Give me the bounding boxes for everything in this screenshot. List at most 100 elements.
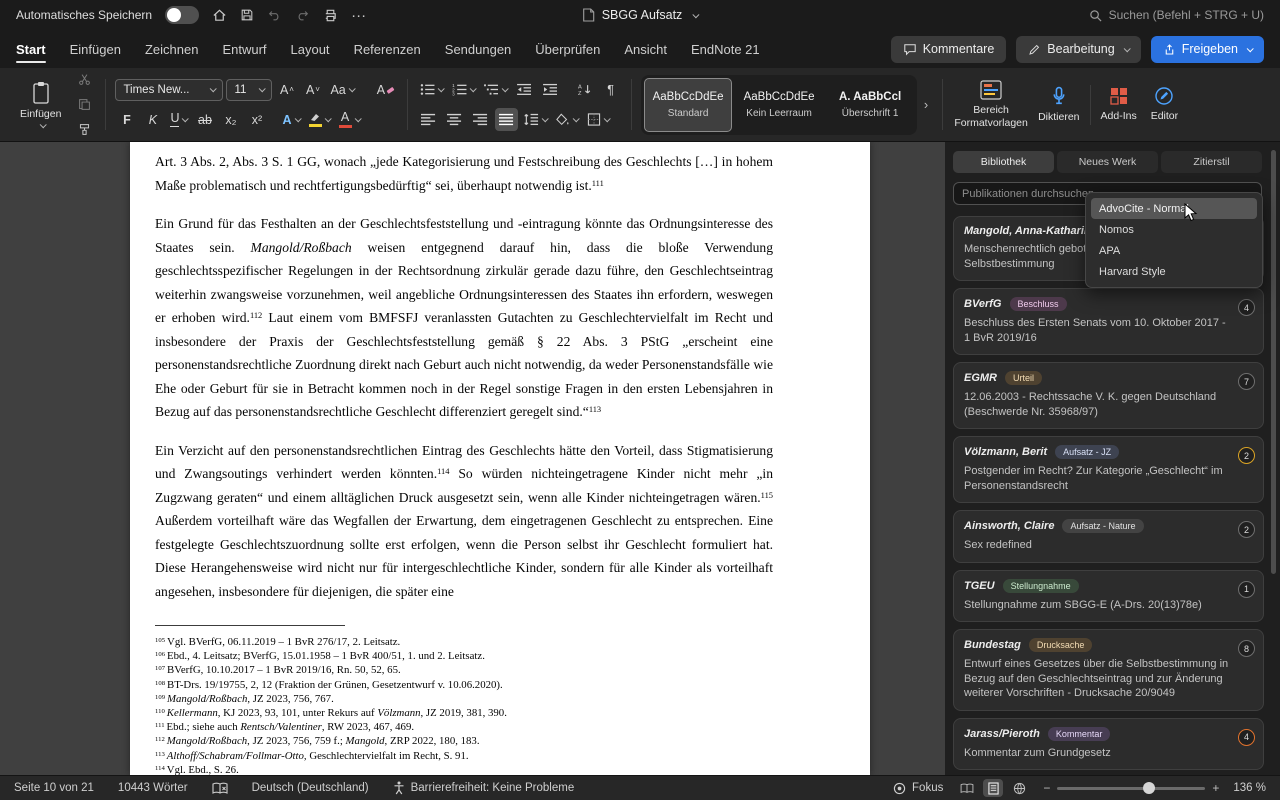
footnote-113[interactable]: 113Althoff/Schabram/Follmar-Otto, Geschl… <box>155 749 773 763</box>
more-commands-button[interactable]: ··· <box>351 8 366 23</box>
text-effects-button[interactable]: A <box>279 108 302 131</box>
bullet-list-button[interactable] <box>417 78 446 101</box>
footnote-105[interactable]: 105Vgl. BVerfG, 06.11.2019 – 1 BvR 276/1… <box>155 635 773 649</box>
footnote-109[interactable]: 109Mangold/Roßbach, JZ 2023, 756, 767. <box>155 692 773 706</box>
citation-style-option-advocite-normal[interactable]: AdvoCite - Normal <box>1091 198 1257 219</box>
align-center-button[interactable] <box>443 108 466 131</box>
ribbon-tab-endnote-21[interactable]: EndNote 21 <box>691 33 760 65</box>
superscript-button[interactable]: x² <box>245 108 268 131</box>
style-card-überschrift-1[interactable]: A. AaBbCclÜberschrift 1 <box>826 78 914 132</box>
editor-button[interactable]: Editor <box>1145 84 1184 124</box>
citation-card-ainsworth-claire[interactable]: Ainsworth, ClaireAufsatz - Nature2Sex re… <box>953 510 1264 563</box>
ribbon-tab-layout[interactable]: Layout <box>291 33 330 65</box>
font-size-select[interactable]: 11 <box>226 79 272 101</box>
sidebar-scrollbar[interactable] <box>1271 150 1276 574</box>
autosave-toggle[interactable] <box>165 6 199 24</box>
ribbon-tab-zeichnen[interactable]: Zeichnen <box>145 33 198 65</box>
shading-button[interactable] <box>553 108 581 131</box>
word-count[interactable]: 10443 Wörter <box>118 782 188 794</box>
change-case-button[interactable]: Aa <box>327 78 356 101</box>
format-painter-button[interactable] <box>73 118 96 141</box>
copy-button[interactable] <box>73 93 96 116</box>
web-layout-button[interactable] <box>1009 779 1029 797</box>
document-title-menu[interactable]: SBGG Aufsatz <box>583 8 698 22</box>
save-button[interactable] <box>240 8 254 22</box>
endnote-tab-bibliothek[interactable]: Bibliothek <box>953 151 1054 173</box>
highlight-button[interactable] <box>306 108 333 131</box>
endnote-tab-zitierstil[interactable]: Zitierstil <box>1161 151 1262 173</box>
show-paragraph-marks-button[interactable]: ¶ <box>599 78 622 101</box>
justify-button[interactable] <box>495 108 518 131</box>
strikethrough-button[interactable]: ab <box>193 108 216 131</box>
comments-button[interactable]: Kommentare <box>891 36 1007 63</box>
citation-card-bundestag[interactable]: BundestagDrucksache8Entwurf eines Gesetz… <box>953 629 1264 711</box>
language-indicator[interactable]: Deutsch (Deutschland) <box>252 782 369 794</box>
redo-button[interactable] <box>295 8 310 22</box>
zoom-in-button[interactable]: + <box>1212 781 1219 795</box>
zoom-percentage[interactable]: 136 % <box>1233 782 1266 794</box>
read-mode-button[interactable] <box>957 779 977 797</box>
multilevel-list-button[interactable] <box>481 78 510 101</box>
accessibility-status[interactable]: Barrierefreiheit: Keine Probleme <box>393 781 575 795</box>
titlebar-search[interactable]: Suchen (Befehl + STRG + U) <box>1089 8 1264 22</box>
cut-button[interactable] <box>73 68 96 91</box>
endnote-tab-neues-werk[interactable]: Neues Werk <box>1057 151 1158 173</box>
sort-button[interactable]: AZ <box>573 78 596 101</box>
bold-button[interactable]: F <box>115 108 138 131</box>
ribbon-tab-einfügen[interactable]: Einfügen <box>70 33 121 65</box>
addins-button[interactable]: Add-Ins <box>1095 84 1143 124</box>
ribbon-tab-referenzen[interactable]: Referenzen <box>354 33 421 65</box>
clear-formatting-button[interactable]: A <box>374 78 398 101</box>
font-name-select[interactable]: Times New... <box>115 79 223 101</box>
ribbon-tab-ansicht[interactable]: Ansicht <box>624 33 667 65</box>
footnote-114[interactable]: 114Vgl. Ebd., S. 26. <box>155 763 773 775</box>
zoom-slider[interactable] <box>1057 787 1205 790</box>
footnote-108[interactable]: 108BT-Drs. 19/19755, 2, 12 (Fraktion der… <box>155 678 773 692</box>
print-layout-button[interactable] <box>983 779 1003 797</box>
footnote-106[interactable]: 106Ebd., 4. Leitsatz; BVerfG, 15.01.1958… <box>155 649 773 663</box>
font-color-button[interactable]: A <box>336 108 363 131</box>
focus-mode-button[interactable]: Fokus <box>893 782 943 795</box>
zoom-out-button[interactable]: − <box>1043 781 1050 795</box>
citation-style-option-harvard-style[interactable]: Harvard Style <box>1091 261 1257 282</box>
undo-button[interactable] <box>267 8 282 22</box>
citation-card-bverfg[interactable]: BVerfGBeschluss4Beschluss des Ersten Sen… <box>953 288 1264 355</box>
share-button[interactable]: Freigeben <box>1151 36 1264 63</box>
proofing-status[interactable] <box>212 782 228 795</box>
ribbon-tab-entwurf[interactable]: Entwurf <box>222 33 266 65</box>
zoom-slider-thumb[interactable] <box>1143 782 1155 794</box>
ribbon-tab-start[interactable]: Start <box>16 33 46 65</box>
print-button[interactable] <box>323 8 338 23</box>
footnote-107[interactable]: 107BVerfG, 10.10.2017 – 1 BvR 2019/16, R… <box>155 663 773 677</box>
grow-font-button[interactable]: A˄ <box>275 78 298 101</box>
styles-pane-button[interactable]: Bereich Formatvorlagen <box>952 78 1030 130</box>
increase-indent-button[interactable] <box>539 78 562 101</box>
document-page[interactable]: Art. 3 Abs. 2, Abs. 3 S. 1 GG, wonach „j… <box>130 142 870 775</box>
line-spacing-button[interactable] <box>521 108 550 131</box>
citation-card-völzmann-berit[interactable]: Völzmann, BeritAufsatz - JZ2Postgender i… <box>953 436 1264 503</box>
citation-card-tgeu[interactable]: TGEUStellungnahme1Stellungnahme zum SBGG… <box>953 570 1264 623</box>
shrink-font-button[interactable]: A˅ <box>301 78 324 101</box>
paste-button[interactable]: Einfügen <box>12 79 69 130</box>
editing-mode-button[interactable]: Bearbeitung <box>1016 36 1140 63</box>
paragraph[interactable]: Art. 3 Abs. 2, Abs. 3 S. 1 GG, wonach „j… <box>155 150 773 197</box>
home-button[interactable] <box>212 8 227 23</box>
paragraph[interactable]: Ein Verzicht auf den personenstandsrecht… <box>155 439 773 604</box>
style-card-standard[interactable]: AaBbCcDdEeStandard <box>644 78 732 132</box>
citation-card-jarass-pieroth[interactable]: Jarass/PierothKommentar4Kommentar zum Gr… <box>953 718 1264 771</box>
italic-button[interactable]: K <box>141 108 164 131</box>
underline-button[interactable]: U <box>167 108 190 131</box>
align-left-button[interactable] <box>417 108 440 131</box>
paragraph[interactable]: Ein Grund für das Festhalten an der Gesc… <box>155 212 773 424</box>
style-card-kein-leerraum[interactable]: AaBbCcDdEeKein Leerraum <box>735 78 823 132</box>
footnote-110[interactable]: 110Kellermann, KJ 2023, 93, 101, unter R… <box>155 706 773 720</box>
style-gallery-more-button[interactable]: › <box>919 97 933 112</box>
footnote-111[interactable]: 111Ebd.; siehe auch Rentsch/Valentiner, … <box>155 720 773 734</box>
dictate-button[interactable]: Diktieren <box>1032 83 1085 125</box>
citation-style-option-nomos[interactable]: Nomos <box>1091 219 1257 240</box>
ribbon-tab-überprüfen[interactable]: Überprüfen <box>535 33 600 65</box>
borders-button[interactable] <box>584 108 612 131</box>
decrease-indent-button[interactable] <box>513 78 536 101</box>
numbered-list-button[interactable]: 123 <box>449 78 478 101</box>
citation-card-egmr[interactable]: EGMRUrteil712.06.2003 - Rechtssache V. K… <box>953 362 1264 429</box>
